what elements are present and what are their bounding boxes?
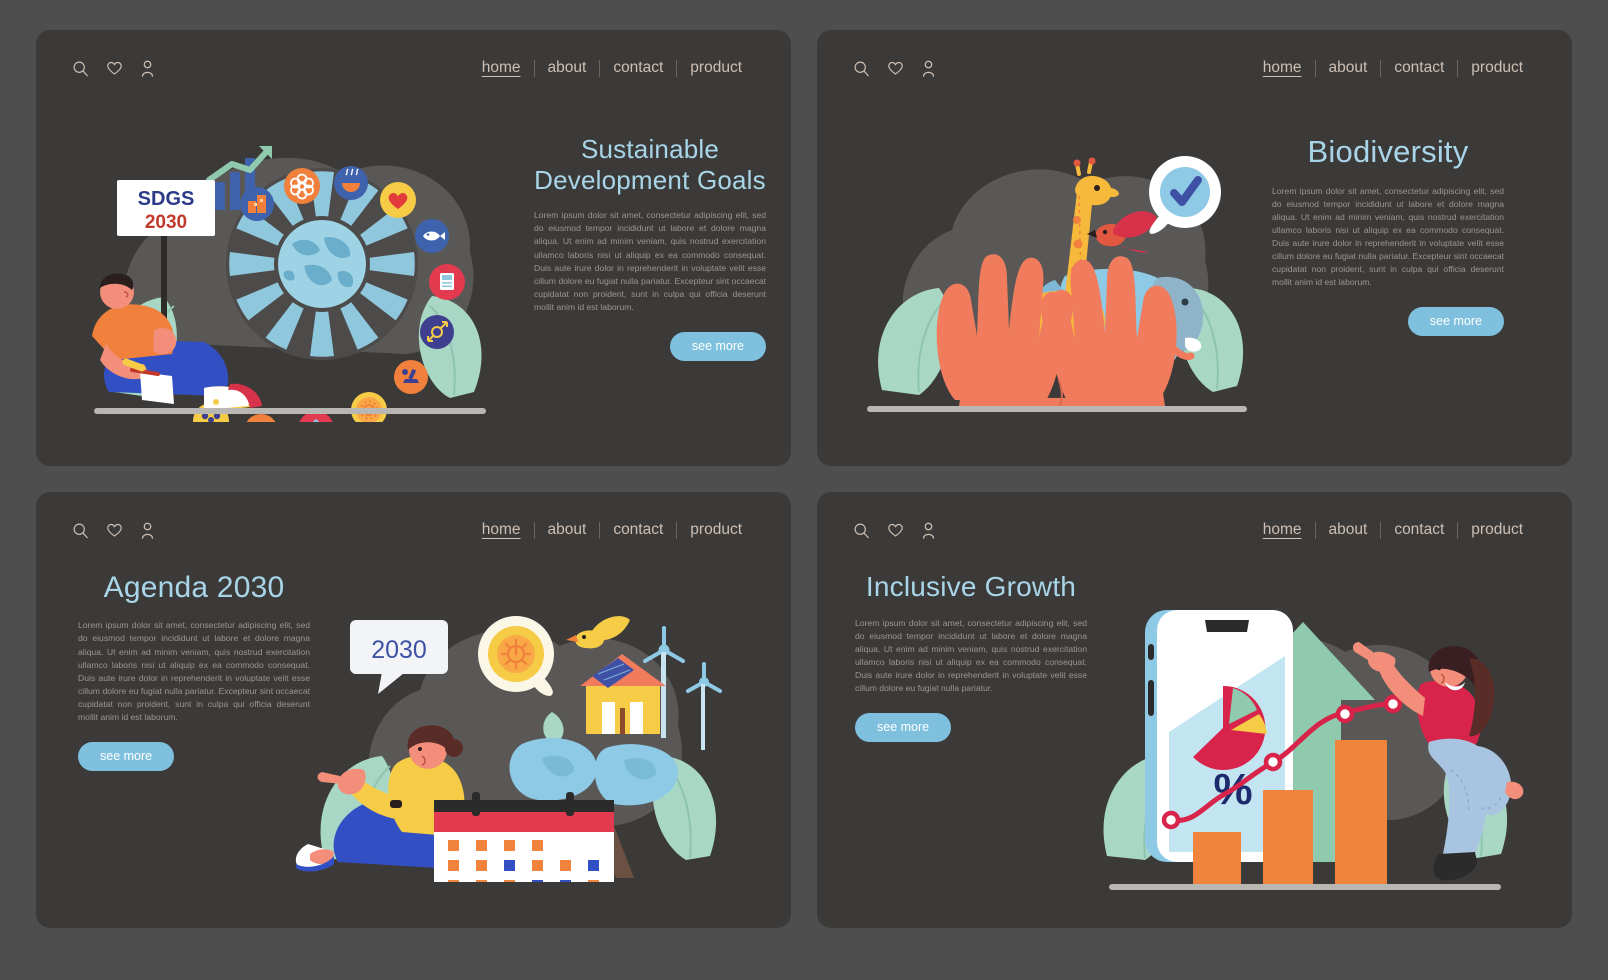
nav-link-contact[interactable]: contact — [600, 521, 676, 539]
text-column: Biodiversity Lorem ipsum dolor sit amet,… — [1272, 134, 1504, 337]
landing-page-grid: home about contact product Sustainable D… — [0, 0, 1608, 980]
card-agenda-2030: home about contact product Agenda 2030 L… — [36, 492, 791, 928]
body-paragraph: Lorem ipsum dolor sit amet, consectetur … — [855, 618, 1087, 694]
text-column: Sustainable Development Goals Lorem ipsu… — [534, 134, 766, 361]
nav-links: home about contact product — [469, 521, 755, 539]
see-more-button[interactable]: see more — [78, 741, 175, 771]
card-sustainable-development-goals: home about contact product Sustainable D… — [36, 30, 791, 466]
svg-text:SDGS: SDGS — [138, 188, 195, 210]
page-title: Sustainable Development Goals — [534, 134, 766, 195]
nav-link-home[interactable]: home — [469, 59, 534, 77]
nav-link-product[interactable]: product — [677, 521, 755, 539]
nav-link-home[interactable]: home — [469, 521, 534, 539]
cta-wrapper: see more — [855, 695, 1087, 743]
card-inclusive-growth: home about contact product Inclusive Gro… — [817, 492, 1572, 928]
cta-wrapper: see more — [1272, 289, 1504, 337]
body-paragraph: Lorem ipsum dolor sit amet, consectetur … — [78, 620, 310, 722]
search-icon[interactable] — [853, 522, 870, 539]
heart-icon[interactable] — [887, 60, 904, 76]
nav-link-product[interactable]: product — [677, 59, 755, 77]
illustration-sdg-wheel: SDGS 2030 — [54, 92, 524, 448]
nav-links: home about contact product — [1250, 59, 1536, 77]
body-paragraph: Lorem ipsum dolor sit amet, consectetur … — [534, 210, 766, 312]
see-more-button[interactable]: see more — [855, 713, 952, 743]
search-icon[interactable] — [72, 522, 89, 539]
search-icon[interactable] — [853, 60, 870, 77]
nav-link-about[interactable]: about — [535, 59, 600, 77]
nav-link-home[interactable]: home — [1250, 59, 1315, 77]
page-title: Agenda 2030 — [103, 571, 285, 604]
user-icon[interactable] — [921, 522, 936, 539]
nav-links: home about contact product — [469, 59, 755, 77]
illustration-hands-animals — [827, 80, 1287, 425]
page-title: Biodiversity — [1307, 134, 1469, 169]
text-column: Agenda 2030 Lorem ipsum dolor sit amet, … — [78, 570, 310, 771]
see-more-button[interactable]: see more — [669, 331, 766, 361]
nav-icon-group — [72, 522, 155, 539]
svg-text:2030: 2030 — [145, 212, 187, 233]
illustration-agenda-2030: 2030 — [286, 542, 756, 904]
nav-link-product[interactable]: product — [1458, 59, 1536, 77]
nav-icon-group — [72, 60, 155, 77]
page-title: Inclusive Growth — [865, 571, 1077, 602]
svg-text:2030: 2030 — [371, 636, 427, 664]
heart-icon[interactable] — [887, 522, 904, 538]
see-more-button[interactable]: see more — [1407, 307, 1504, 337]
text-column: Inclusive Growth Lorem ipsum dolor sit a… — [855, 570, 1087, 743]
cta-wrapper: see more — [534, 314, 766, 361]
nav-icon-group — [853, 60, 936, 77]
user-icon[interactable] — [140, 60, 155, 77]
search-icon[interactable] — [72, 60, 89, 77]
user-icon[interactable] — [140, 522, 155, 539]
cta-wrapper: see more — [78, 724, 310, 771]
nav-link-about[interactable]: about — [1316, 59, 1381, 77]
heart-icon[interactable] — [106, 522, 123, 538]
body-paragraph: Lorem ipsum dolor sit amet, consectetur … — [1272, 185, 1504, 288]
heart-icon[interactable] — [106, 60, 123, 76]
card-biodiversity: home about contact product Biodiversity … — [817, 30, 1572, 466]
nav-link-contact[interactable]: contact — [600, 59, 676, 77]
user-icon[interactable] — [921, 60, 936, 77]
illustration-growth-chart: % — [1073, 532, 1533, 897]
nav-icon-group — [853, 522, 936, 539]
nav-link-contact[interactable]: contact — [1381, 59, 1457, 77]
nav-link-about[interactable]: about — [535, 521, 600, 539]
